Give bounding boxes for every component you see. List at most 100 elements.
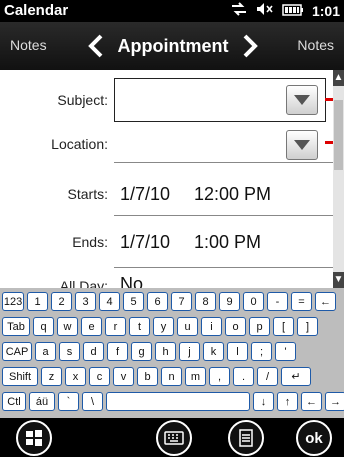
clock-time[interactable]: 1:01 <box>312 3 340 19</box>
starts-label: Starts: <box>67 186 108 202</box>
key[interactable]: 0 <box>243 292 264 311</box>
key[interactable]: ← <box>315 292 336 311</box>
key[interactable]: , <box>209 367 230 386</box>
key[interactable]: → <box>325 392 344 411</box>
key[interactable]: t <box>129 317 150 336</box>
key[interactable]: m <box>185 367 206 386</box>
status-bar: Calendar 1:01 <box>0 0 344 22</box>
key[interactable]: ↑ <box>277 392 298 411</box>
key[interactable]: e <box>81 317 102 336</box>
appointment-form: Subject: Location: Starts: 1/7/10 12:00 … <box>0 70 333 288</box>
key[interactable]: 4 <box>99 292 120 311</box>
chevron-right-icon[interactable] <box>238 30 262 62</box>
key[interactable]: u <box>177 317 198 336</box>
key[interactable]: b <box>137 367 158 386</box>
key[interactable]: v <box>113 367 134 386</box>
key[interactable]: o <box>225 317 246 336</box>
key[interactable]: a <box>35 342 56 361</box>
key[interactable]: 123 <box>2 292 24 311</box>
key[interactable]: q <box>33 317 54 336</box>
key[interactable]: ← <box>301 392 322 411</box>
key[interactable]: h <box>155 342 176 361</box>
key[interactable]: z <box>41 367 62 386</box>
key[interactable]: ; <box>251 342 272 361</box>
subject-dropdown-button[interactable] <box>286 85 318 115</box>
key[interactable]: ] <box>297 317 318 336</box>
menu-button[interactable] <box>228 420 264 456</box>
key[interactable]: ` <box>58 392 79 411</box>
key[interactable]: / <box>257 367 278 386</box>
app-title: Calendar <box>4 2 69 19</box>
location-marker <box>325 141 333 144</box>
key[interactable]: . <box>233 367 254 386</box>
key[interactable]: CAP <box>2 342 32 361</box>
chevron-left-icon[interactable] <box>84 30 108 62</box>
nav-center: Appointment <box>84 30 262 62</box>
key[interactable]: ' <box>275 342 296 361</box>
key[interactable]: r <box>105 317 126 336</box>
volume-muted-icon[interactable] <box>256 2 274 19</box>
menu-icon <box>239 429 253 447</box>
nav-left-tab[interactable]: Notes <box>10 37 47 53</box>
key[interactable]: c <box>89 367 110 386</box>
key[interactable]: n <box>161 367 182 386</box>
starts-date[interactable]: 1/7/10 <box>120 184 170 205</box>
battery-icon[interactable] <box>282 3 304 19</box>
chevron-down-icon <box>294 95 310 105</box>
key[interactable]: 2 <box>51 292 72 311</box>
starts-time[interactable]: 12:00 PM <box>194 184 271 205</box>
ok-button[interactable]: ok <box>296 420 332 456</box>
scroll-up-icon[interactable]: ▲ <box>333 70 344 86</box>
key[interactable]: 5 <box>123 292 144 311</box>
bottom-bar: ok <box>0 418 344 457</box>
subject-marker <box>325 98 333 101</box>
key[interactable]: w <box>57 317 78 336</box>
status-icons: 1:01 <box>230 2 340 19</box>
key[interactable]: p <box>249 317 270 336</box>
key[interactable]: Tab <box>2 317 30 336</box>
key[interactable]: f <box>107 342 128 361</box>
key[interactable]: s <box>59 342 80 361</box>
key[interactable]: áü <box>29 392 55 411</box>
key[interactable]: 9 <box>219 292 240 311</box>
key[interactable]: \ <box>82 392 103 411</box>
page-title: Appointment <box>117 35 229 56</box>
key[interactable]: 3 <box>75 292 96 311</box>
key[interactable]: i <box>201 317 222 336</box>
key[interactable]: 8 <box>195 292 216 311</box>
scroll-thumb[interactable] <box>334 100 343 170</box>
key[interactable]: Ctl <box>2 392 26 411</box>
key[interactable]: y <box>153 317 174 336</box>
key[interactable]: 6 <box>147 292 168 311</box>
ends-time[interactable]: 1:00 PM <box>194 232 261 253</box>
key-space[interactable] <box>106 392 250 411</box>
key[interactable]: 1 <box>27 292 48 311</box>
key[interactable]: k <box>203 342 224 361</box>
scroll-down-icon[interactable]: ▼ <box>333 272 344 288</box>
key[interactable]: - <box>267 292 288 311</box>
windows-start-button[interactable] <box>16 420 52 456</box>
ends-label: Ends: <box>72 234 108 250</box>
starts-underline <box>114 215 333 216</box>
key[interactable]: [ <box>273 317 294 336</box>
key[interactable]: l <box>227 342 248 361</box>
form-scrollbar[interactable]: ▲ ▼ <box>333 70 344 288</box>
key[interactable]: Shift <box>2 367 38 386</box>
ends-date[interactable]: 1/7/10 <box>120 232 170 253</box>
nav-header: Notes Appointment Notes <box>0 22 344 70</box>
key[interactable]: g <box>131 342 152 361</box>
key[interactable]: j <box>179 342 200 361</box>
ok-button-label: ok <box>305 429 323 447</box>
location-dropdown-button[interactable] <box>286 130 318 160</box>
all-day-value[interactable]: No <box>120 274 143 288</box>
windows-logo-icon <box>26 430 42 446</box>
key[interactable]: x <box>65 367 86 386</box>
key[interactable]: 7 <box>171 292 192 311</box>
keyboard-toggle-button[interactable] <box>156 420 192 456</box>
key[interactable]: ↓ <box>253 392 274 411</box>
key[interactable]: = <box>291 292 312 311</box>
connectivity-icon[interactable] <box>230 2 248 19</box>
key[interactable]: d <box>83 342 104 361</box>
nav-right-tab[interactable]: Notes <box>297 37 334 53</box>
key[interactable]: ↵ <box>281 367 311 386</box>
